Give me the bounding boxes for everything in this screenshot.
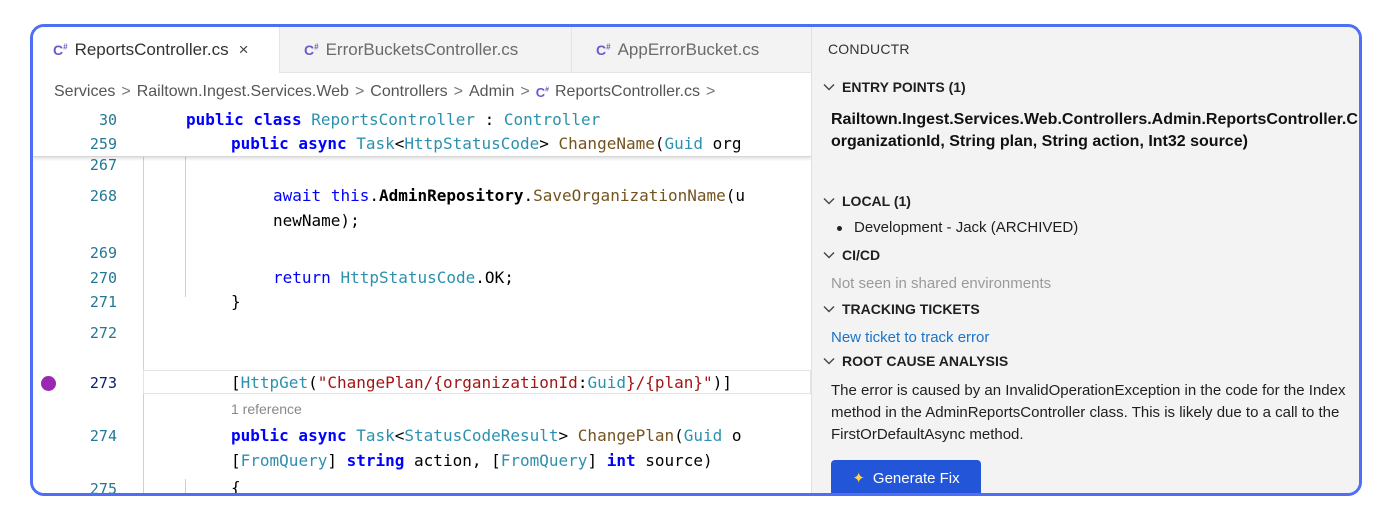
line-number: 274 bbox=[89, 427, 117, 445]
line-number: 270 bbox=[89, 269, 117, 287]
code-lens-reference[interactable]: 1 reference bbox=[231, 401, 302, 417]
chevron-down-icon bbox=[823, 84, 835, 91]
section-header: CI/CD bbox=[842, 247, 881, 263]
line-number: 273 bbox=[89, 374, 117, 392]
chevron-down-icon bbox=[823, 306, 835, 313]
section-header: ROOT CAUSE ANALYSIS bbox=[842, 353, 1009, 369]
breadcrumb-separator: > bbox=[453, 83, 463, 100]
csharp-file-icon: C# bbox=[304, 42, 319, 58]
code-line: await this.AdminRepository.SaveOrganizat… bbox=[273, 186, 746, 205]
csharp-file-icon: C# bbox=[535, 84, 549, 100]
line-number: 259 bbox=[89, 135, 117, 153]
code-editor: C# ReportsController.cs × C# ErrorBucket… bbox=[33, 27, 811, 493]
breadcrumb-item[interactable]: ReportsController.cs bbox=[555, 83, 700, 101]
breadcrumb-separator: > bbox=[121, 83, 131, 100]
tab-reports-controller[interactable]: C# ReportsController.cs × bbox=[33, 27, 280, 73]
tab-label: ErrorBucketsController.cs bbox=[325, 40, 519, 59]
breadcrumb-item[interactable]: Railtown.Ingest.Services.Web bbox=[137, 83, 349, 101]
local-list-item: Development - Jack (ARCHIVED) bbox=[837, 219, 1078, 236]
code-line: public async Task<HttpStatusCode> Change… bbox=[231, 134, 742, 153]
section-header: LOCAL (1) bbox=[842, 193, 911, 209]
section-root-cause[interactable]: ROOT CAUSE ANALYSIS bbox=[822, 353, 1008, 369]
chevron-down-icon bbox=[823, 358, 835, 365]
tab-bar: C# ReportsController.cs × C# ErrorBucket… bbox=[33, 27, 811, 73]
root-cause-text: The error is caused by an InvalidOperati… bbox=[831, 382, 1346, 443]
section-header: ENTRY POINTS (1) bbox=[842, 79, 966, 95]
sparkle-icon: ✦ bbox=[852, 470, 865, 487]
section-tracking-tickets[interactable]: TRACKING TICKETS bbox=[822, 301, 980, 317]
app-frame: C# ReportsController.cs × C# ErrorBucket… bbox=[30, 24, 1362, 496]
code-line: { bbox=[231, 478, 241, 496]
tab-label: AppErrorBucket.cs bbox=[617, 40, 760, 59]
section-local[interactable]: LOCAL (1) bbox=[822, 193, 911, 209]
code-line: public class ReportsController : Control… bbox=[186, 110, 601, 129]
indent-guide bbox=[185, 157, 186, 297]
line-number: 30 bbox=[98, 111, 117, 129]
breadcrumb-item[interactable]: Controllers bbox=[370, 83, 447, 101]
breakpoint-icon[interactable] bbox=[41, 376, 56, 391]
breadcrumb-item[interactable]: Services bbox=[54, 83, 115, 101]
breadcrumb-separator: > bbox=[705, 83, 716, 100]
tab-label: ReportsController.cs bbox=[74, 40, 229, 59]
line-number: 267 bbox=[89, 156, 117, 174]
generate-fix-label: Generate Fix bbox=[872, 469, 960, 487]
section-cicd[interactable]: CI/CD bbox=[822, 247, 880, 263]
close-icon[interactable]: × bbox=[239, 40, 249, 60]
code-line: return HttpStatusCode.OK; bbox=[273, 268, 514, 287]
code-line: [FromQuery] string action, [FromQuery] i… bbox=[231, 451, 713, 470]
chevron-down-icon bbox=[823, 252, 835, 259]
breadcrumb-separator: > bbox=[520, 83, 530, 100]
indent-guide bbox=[143, 157, 144, 493]
breadcrumb-item[interactable]: Admin bbox=[469, 83, 514, 101]
line-number: 275 bbox=[89, 480, 117, 496]
csharp-file-icon: C# bbox=[596, 42, 611, 58]
code-line: [HttpGet("ChangePlan/{organizationId:Gui… bbox=[231, 373, 732, 392]
breadcrumb-separator: > bbox=[354, 83, 365, 100]
tab-error-buckets-controller[interactable]: C# ErrorBucketsController.cs bbox=[280, 27, 572, 73]
bullet-icon bbox=[837, 225, 842, 231]
section-header: TRACKING TICKETS bbox=[842, 301, 980, 317]
cicd-status: Not seen in shared environments bbox=[831, 275, 1052, 292]
chevron-down-icon bbox=[823, 198, 835, 205]
code-line: newName); bbox=[273, 211, 360, 230]
indent-guide bbox=[185, 479, 186, 493]
conductr-panel: CONDUCTR ENTRY POINTS (1) Railtown.Inges… bbox=[811, 27, 1359, 493]
code-line: public async Task<StatusCodeResult> Chan… bbox=[231, 426, 742, 445]
code-area[interactable]: 30 public class ReportsController : Cont… bbox=[33, 107, 811, 496]
line-number: 271 bbox=[89, 293, 117, 311]
panel-title: CONDUCTR bbox=[828, 41, 910, 57]
csharp-file-icon: C# bbox=[53, 42, 68, 58]
breadcrumb: Services > Railtown.Ingest.Services.Web … bbox=[33, 77, 811, 107]
local-item-label: Development - Jack (ARCHIVED) bbox=[854, 219, 1079, 236]
line-number: 269 bbox=[89, 244, 117, 262]
tab-app-error-bucket[interactable]: C# AppErrorBucket.cs bbox=[572, 27, 811, 73]
new-ticket-link[interactable]: New ticket to track error bbox=[831, 329, 989, 346]
line-number: 272 bbox=[89, 324, 117, 342]
line-number: 268 bbox=[89, 187, 117, 205]
section-entry-points[interactable]: ENTRY POINTS (1) bbox=[822, 79, 966, 95]
entry-point-signature: Railtown.Ingest.Services.Web.Controllers… bbox=[831, 111, 1359, 150]
code-line: } bbox=[231, 292, 241, 311]
generate-fix-button[interactable]: ✦ Generate Fix bbox=[831, 460, 981, 493]
